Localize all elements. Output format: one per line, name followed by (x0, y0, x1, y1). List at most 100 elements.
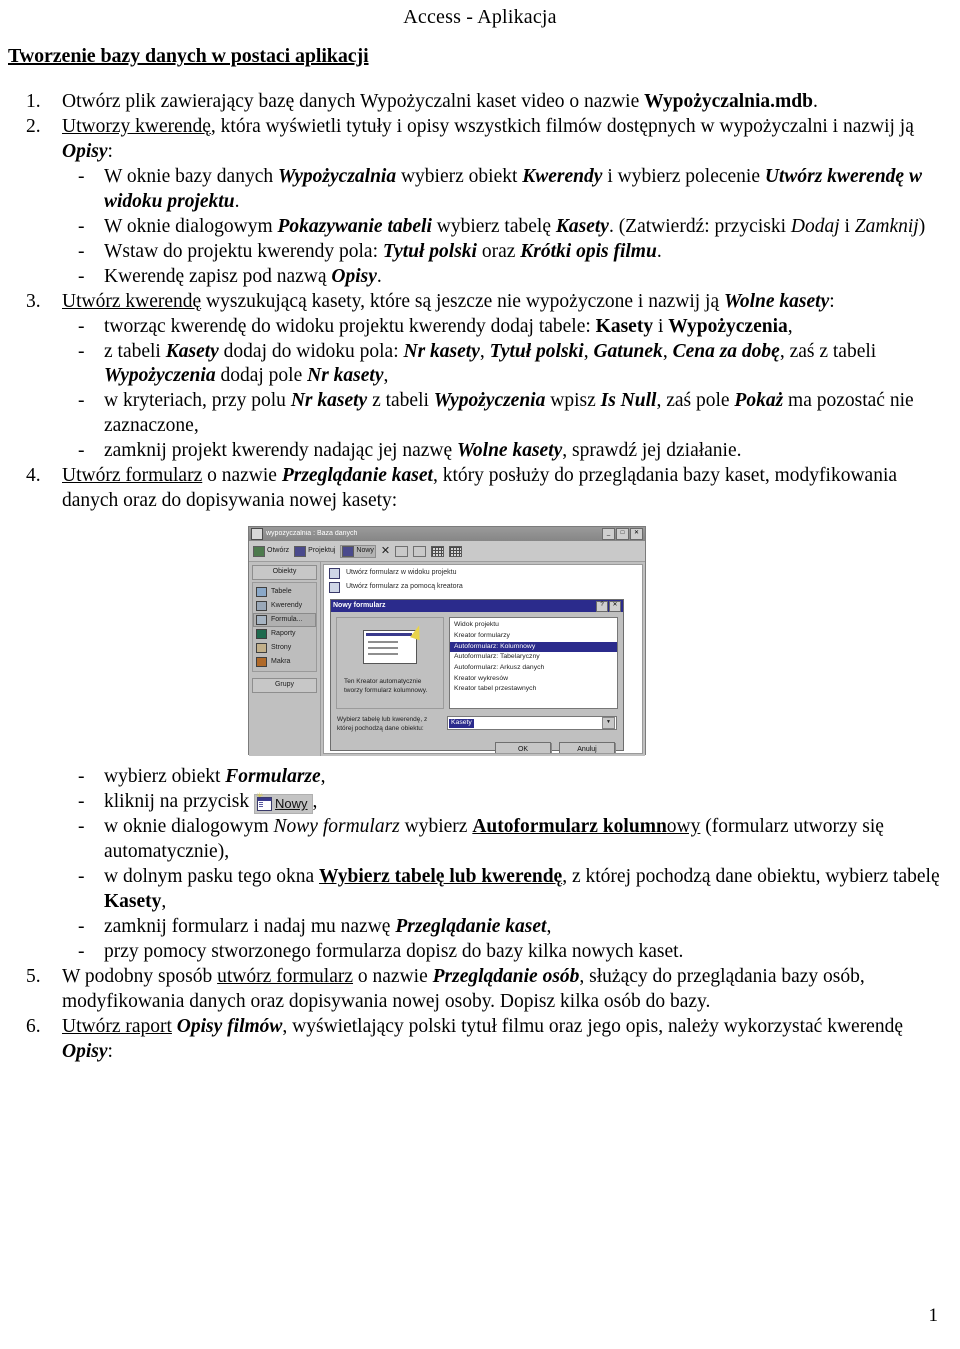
list-item[interactable]: Autoformularz: Arkusz danych (450, 663, 617, 674)
close-icon[interactable]: ✕ (609, 600, 621, 612)
new-button[interactable]: Nowy (340, 544, 376, 558)
shortcut-create-wizard[interactable]: Utwórz formularz za pomocą kreatora (324, 579, 642, 594)
dialog-name: Nowy formularz (273, 816, 400, 838)
list-item[interactable]: Widok projektu (450, 620, 617, 631)
ok-button[interactable]: OK (495, 741, 551, 754)
source-combobox[interactable]: Kasety ▼ (447, 716, 617, 731)
details-view-icon[interactable] (449, 545, 463, 557)
query-icon (256, 601, 267, 612)
t: , sprawdź jej działanie. (562, 440, 742, 462)
item6-underline: Utwórz raport (62, 1015, 172, 1037)
option-name-suffix: owy (666, 816, 701, 838)
maximize-button[interactable]: □ (616, 528, 629, 541)
design-button-label: Projektuj (308, 546, 336, 554)
dialog-main: Ten Kreator automatycznie tworzy formula… (331, 612, 623, 714)
button-name-dodaj: Dodaj (790, 215, 840, 237)
list-item[interactable]: Autoformularz: Tabelaryczny (450, 652, 617, 663)
sidebar-label: Raporty (271, 629, 296, 637)
window-titlebar: wypożyczalnia : Baza danych _ □ ✕ (249, 527, 645, 542)
t: , (546, 915, 552, 937)
form-type-listbox[interactable]: Widok projektu Kreator formularzy Autofo… (449, 617, 618, 710)
open-button[interactable]: Otwórz (253, 545, 289, 557)
list-item[interactable]: Kreator formularzy (450, 631, 617, 642)
large-icons-icon[interactable] (395, 545, 409, 557)
source-combobox-value: Kasety (449, 718, 474, 728)
item4-sub-5: - zamknij formularz i nadaj mu nazwę Prz… (62, 915, 946, 940)
sidebar-item-tabele[interactable]: Tabele (253, 585, 316, 599)
item2-name-opisy: Opisy (62, 140, 108, 162)
field-name: Tytuł polski (382, 240, 477, 262)
wizard-pic-bar (366, 633, 412, 637)
item4-form-name: Przeglądanie kaset (281, 465, 433, 487)
list-view-icon[interactable] (431, 545, 445, 557)
sidebar-item-raporty[interactable]: Raporty (253, 627, 316, 641)
item2-sub-3: - Wstaw do projektu kwerendy pola: Tytuł… (62, 240, 946, 265)
item-number-6: 6. (26, 1015, 41, 1037)
bullet-dash: - (78, 240, 85, 262)
item1-text-a: Otwórz plik zawierający bazę danych Wypo… (62, 91, 645, 112)
column-name: Pokaż (734, 390, 784, 412)
criteria-value: Is Null (600, 390, 657, 412)
t: o nazwie (353, 965, 433, 987)
t: , (320, 766, 326, 788)
item3-sub-4: - zamknij projekt kwerendy nadając jej n… (62, 439, 946, 464)
window-controls: _ □ ✕ (602, 528, 643, 541)
sidebar-item-strony[interactable]: Strony (253, 641, 316, 655)
wizard-preview-panel: Ten Kreator automatycznie tworzy formula… (336, 617, 444, 710)
lightning-bolt-icon (410, 624, 424, 641)
list-item-1: 1. Otwórz plik zawierający bazę danych W… (0, 90, 946, 115)
bullet-dash: - (78, 816, 85, 838)
form-name: Przeglądanie kaset (395, 915, 547, 937)
item2-text-d: : (107, 140, 113, 162)
item3-text-d: : (829, 290, 835, 312)
list-item-6: 6. Utwórz raport Opisy filmów, wyświetla… (0, 1015, 946, 1065)
t: , (312, 791, 318, 813)
table-name: Kasety (104, 890, 162, 912)
cancel-button[interactable]: Anuluj (559, 741, 615, 754)
t: wybierz (399, 816, 473, 838)
sidebar-groups-header[interactable]: Grupy (252, 678, 317, 694)
list-item-selected[interactable]: Autoformularz: Kolumnowy (450, 641, 617, 653)
bullet-dash: - (78, 866, 85, 888)
sidebar-item-makra[interactable]: Makra (253, 655, 316, 669)
access-screenshot-figure: wypożyczalnia : Baza danych _ □ ✕ Otwórz (248, 526, 646, 757)
minimize-button[interactable]: _ (602, 528, 615, 541)
document-header-title: Access - Aplikacja (403, 6, 557, 28)
t: W oknie bazy danych (104, 165, 278, 187)
sidebar-item-formularze[interactable]: Formula... (253, 613, 316, 628)
delete-icon[interactable]: ✕ (381, 545, 390, 556)
item4-sub-4: - w dolnym pasku tego okna Wybierz tabel… (62, 865, 946, 915)
help-icon[interactable]: ? (596, 600, 608, 612)
item4-sub-1: - wybierz obiekt Formularze, (62, 765, 946, 790)
field-name: Nr kasety (403, 340, 480, 362)
bullet-dash: - (78, 340, 85, 362)
item2-sub-4: - Kwerendę zapisz pod nazwą Opisy. (62, 265, 946, 290)
query-name: Opisy (331, 265, 377, 287)
close-button[interactable]: ✕ (630, 528, 643, 541)
bullet-dash: - (78, 940, 85, 962)
chevron-down-icon[interactable]: ▼ (602, 717, 615, 730)
table-name: Kasety (165, 340, 219, 362)
item2-underline-a: Utworzy kwerendę (62, 115, 211, 137)
small-icons-icon[interactable] (413, 545, 427, 557)
document-page: Access - Aplikacja Tworzenie bazy danych… (0, 0, 960, 1349)
item-number-2: 2. (26, 115, 41, 137)
sidebar-item-kwerendy[interactable]: Kwerendy (253, 599, 316, 613)
t: kliknij na przycisk (104, 791, 255, 813)
shortcut-create-design[interactable]: Utwórz formularz w widoku projektu (324, 565, 642, 580)
t: ) (918, 215, 926, 237)
sidebar-label: Formula... (271, 615, 303, 623)
list-item[interactable]: Kreator tabel przestawnych (450, 684, 617, 695)
form-name: Przeglądanie osób (432, 965, 580, 987)
item4-sub-2: - kliknij na przycisk ✳ Nowy, (62, 790, 946, 815)
t: i (839, 215, 855, 237)
source-label: Wybierz tabelę lub kwerendę, z której po… (337, 716, 428, 732)
list-item[interactable]: Kreator wykresów (450, 674, 617, 685)
item3-name-wolne-kasety: Wolne kasety (724, 290, 830, 312)
form-design-icon (329, 568, 340, 580)
t: wybierz obiekt (396, 165, 523, 187)
item4-text-b: o nazwie (202, 465, 282, 487)
item2-sub-2: - W oknie dialogowym Pokazywanie tabeli … (62, 215, 946, 240)
t: , z której pochodzą dane obiektu, wybier… (562, 866, 940, 888)
design-button[interactable]: Projektuj (294, 545, 336, 557)
